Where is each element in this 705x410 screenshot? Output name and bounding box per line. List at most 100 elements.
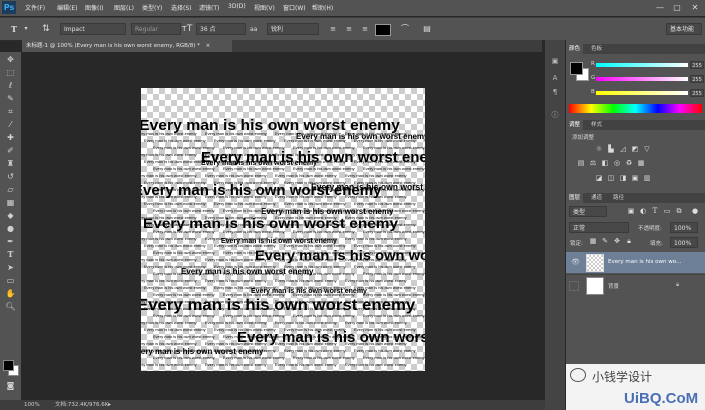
posterize-adjust-icon[interactable]: ◫ <box>606 174 616 183</box>
font-style-select[interactable]: Regular <box>131 23 181 35</box>
menu-layer[interactable]: 图层(L) <box>114 3 134 12</box>
channel-mixer-adjust-icon[interactable]: ♻ <box>624 159 634 168</box>
tab-color[interactable]: 颜色 <box>566 44 584 54</box>
tab-paths[interactable]: 路径 <box>610 193 627 203</box>
menu-3d[interactable]: 3D(D) <box>228 3 246 10</box>
tab-adjustments[interactable]: 调整 <box>566 120 584 130</box>
character-panel-icon[interactable]: ▤ <box>421 23 433 35</box>
tab-styles[interactable]: 样式 <box>588 120 605 130</box>
menu-window[interactable]: 窗口(W) <box>283 3 306 12</box>
menu-view[interactable]: 视图(V) <box>254 3 275 12</box>
lasso-tool-icon[interactable]: ℓ <box>4 80 17 91</box>
filter-adjust-icon[interactable]: ◐ <box>638 207 648 216</box>
selective-color-adjust-icon[interactable]: ▣ <box>630 174 640 183</box>
opacity-field[interactable]: 100% <box>670 222 698 233</box>
levels-adjust-icon[interactable]: ▙ <box>606 145 616 154</box>
channel-r-slider[interactable] <box>596 63 688 67</box>
tab-close-icon[interactable]: × <box>206 43 211 49</box>
workspace-select[interactable]: 基本功能 <box>666 23 702 35</box>
layer-filter-select[interactable]: 类型 <box>569 206 607 217</box>
document-tab[interactable]: 未标题-1 @ 100% (Every man is his own worst… <box>22 40 232 52</box>
black-white-adjust-icon[interactable]: ◧ <box>600 159 610 168</box>
zoom-level[interactable]: 100% <box>24 400 40 410</box>
move-tool-icon[interactable]: ✥ <box>4 54 17 65</box>
exposure-adjust-icon[interactable]: ◩ <box>630 145 640 154</box>
menu-select[interactable]: 选择(S) <box>171 3 192 12</box>
zoom-tool-icon[interactable]: 🔍︎ <box>4 301 17 312</box>
photo-filter-adjust-icon[interactable]: ◎ <box>612 159 622 168</box>
color-panel-foreground[interactable] <box>570 62 583 75</box>
status-arrow-icon[interactable]: ▸ <box>108 400 111 410</box>
menu-filter[interactable]: 滤镜(T) <box>199 3 219 12</box>
eraser-tool-icon[interactable]: ▱ <box>4 184 17 195</box>
paragraph-panel-icon[interactable]: ¶ <box>549 87 561 98</box>
tab-swatches[interactable]: 色板 <box>588 44 605 54</box>
text-color-swatch[interactable] <box>375 24 391 36</box>
threshold-adjust-icon[interactable]: ◨ <box>618 174 628 183</box>
color-spectrum-bar[interactable] <box>569 104 702 113</box>
type-tool-preset-icon[interactable]: T <box>8 23 20 35</box>
vibrance-adjust-icon[interactable]: ▽ <box>642 145 652 154</box>
type-tool-icon[interactable]: T <box>4 249 17 260</box>
crop-tool-icon[interactable]: ⌗ <box>4 106 17 117</box>
align-right-icon[interactable]: ≡ <box>359 23 371 35</box>
layer-name[interactable]: Every man is his own wo... <box>608 259 681 265</box>
healing-brush-tool-icon[interactable]: ✚ <box>4 132 17 143</box>
visibility-toggle[interactable] <box>569 281 579 291</box>
tab-layers[interactable]: 图层 <box>566 193 584 203</box>
restore-button[interactable]: ▢ <box>671 2 683 13</box>
gradient-tool-icon[interactable]: ▦ <box>4 197 17 208</box>
filter-pixel-icon[interactable]: ▣ <box>626 207 636 216</box>
character-panel-icon[interactable]: A <box>549 73 561 84</box>
warp-text-icon[interactable]: ⌒ <box>399 23 411 35</box>
filter-toggle-icon[interactable]: ● <box>690 207 700 216</box>
lock-pixels-icon[interactable]: ✎ <box>600 237 610 246</box>
foreground-color-swatch[interactable] <box>3 360 14 371</box>
shape-tool-icon[interactable]: ▭ <box>4 275 17 286</box>
info-panel-icon[interactable]: ⓘ <box>549 110 561 121</box>
blend-mode-select[interactable]: 正常 <box>569 222 629 233</box>
channel-g-value[interactable]: 255 <box>690 75 704 83</box>
hue-adjust-icon[interactable]: ▤ <box>576 159 586 168</box>
lock-position-icon[interactable]: ✥ <box>612 237 622 246</box>
eyedropper-tool-icon[interactable]: ⁄ <box>4 119 17 130</box>
history-panel-icon[interactable]: ▣ <box>549 56 561 67</box>
lock-all-icon[interactable]: 🔒︎ <box>624 237 634 246</box>
brightness-adjust-icon[interactable]: ☼ <box>594 145 604 154</box>
path-select-tool-icon[interactable]: ➤ <box>4 262 17 273</box>
filter-shape-icon[interactable]: ▭ <box>662 207 672 216</box>
quick-select-tool-icon[interactable]: ✎ <box>4 93 17 104</box>
menu-type[interactable]: 类型(Y) <box>142 3 162 12</box>
menu-image[interactable]: 图像(I) <box>85 3 103 12</box>
tab-channels[interactable]: 通道 <box>588 193 605 203</box>
color-balance-adjust-icon[interactable]: ⚖ <box>588 159 598 168</box>
menu-edit[interactable]: 编辑(E) <box>57 3 77 12</box>
fill-field[interactable]: 100% <box>670 237 698 248</box>
document-canvas[interactable]: Every man is his own worst enemy Every ma… <box>141 88 425 371</box>
font-size-select[interactable]: 36 点 <box>196 23 246 35</box>
channel-r-value[interactable]: 255 <box>690 61 704 69</box>
menu-help[interactable]: 帮助(H) <box>312 3 333 12</box>
invert-adjust-icon[interactable]: ◪ <box>594 174 604 183</box>
channel-g-slider[interactable] <box>596 77 688 81</box>
menu-file[interactable]: 文件(F) <box>25 3 45 12</box>
font-family-select[interactable]: Impact <box>60 23 126 35</box>
align-left-icon[interactable]: ≡ <box>327 23 339 35</box>
minimize-button[interactable]: — <box>654 2 666 13</box>
curves-adjust-icon[interactable]: ◿ <box>618 145 628 154</box>
layer-row-background[interactable]: 背景 🔒︎ <box>566 274 705 296</box>
filter-type-icon[interactable]: T <box>650 207 660 216</box>
clone-stamp-tool-icon[interactable]: ♜ <box>4 158 17 169</box>
close-button[interactable]: ✕ <box>689 2 701 13</box>
align-center-icon[interactable]: ≡ <box>343 23 355 35</box>
dodge-tool-icon[interactable]: ● <box>4 223 17 234</box>
filter-smart-icon[interactable]: ⧉ <box>674 207 684 216</box>
chevron-down-icon[interactable]: ▾ <box>20 23 32 35</box>
brush-tool-icon[interactable]: ✐ <box>4 145 17 156</box>
antialias-select[interactable]: 锐利 <box>267 23 319 35</box>
color-lookup-adjust-icon[interactable]: ▦ <box>636 159 646 168</box>
layer-name[interactable]: 背景 <box>608 282 619 290</box>
hand-tool-icon[interactable]: ✋ <box>4 288 17 299</box>
quick-mask-icon[interactable]: ◙ <box>4 380 17 391</box>
blur-tool-icon[interactable]: ◆ <box>4 210 17 221</box>
